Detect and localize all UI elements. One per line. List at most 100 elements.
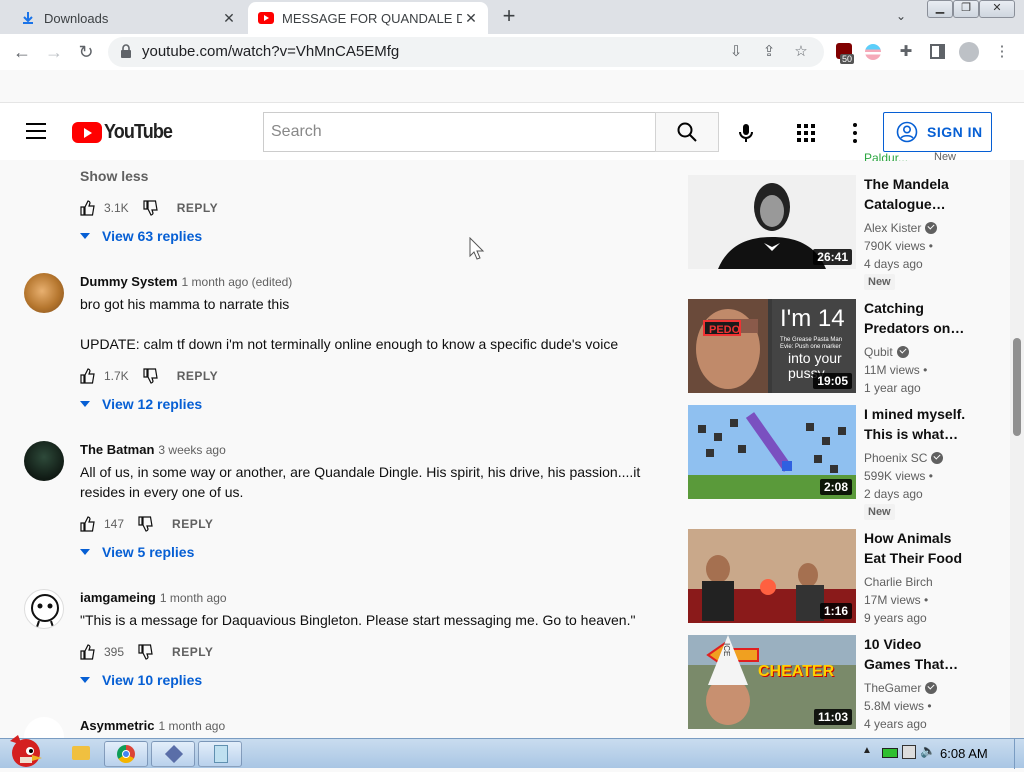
like-icon[interactable] bbox=[80, 516, 96, 532]
video-channel[interactable]: TheGamer bbox=[864, 679, 938, 697]
reply-button[interactable]: REPLY bbox=[172, 645, 213, 659]
view-replies-button[interactable]: View 63 replies bbox=[80, 226, 202, 246]
view-replies-button[interactable]: View 12 replies bbox=[80, 394, 202, 414]
video-channel[interactable]: Charlie Birch bbox=[864, 573, 933, 591]
video-title[interactable]: How Animals Eat Their Food bbox=[864, 528, 974, 568]
network-icon[interactable] bbox=[902, 745, 916, 759]
video-thumbnail[interactable]: PEDO I'm 14 The Grease Pasta Man Evie: P… bbox=[688, 299, 856, 393]
extensions-puzzle-icon[interactable]: ✚ bbox=[896, 42, 916, 62]
settings-kebab-icon[interactable] bbox=[852, 123, 858, 143]
video-thumbnail[interactable]: CHEATER ICE 11:03 bbox=[688, 635, 856, 729]
youtube-logo[interactable]: YouTube bbox=[72, 121, 180, 144]
reply-button[interactable]: REPLY bbox=[172, 517, 213, 531]
bookmark-star-icon[interactable]: ☆ bbox=[791, 42, 811, 62]
reply-button[interactable]: REPLY bbox=[177, 201, 218, 215]
start-button[interactable] bbox=[4, 731, 48, 767]
side-panel-icon[interactable] bbox=[930, 44, 945, 59]
view-replies-button[interactable]: View 5 replies bbox=[80, 542, 194, 562]
dislike-icon[interactable] bbox=[138, 516, 154, 532]
video-views: 5.8M views • bbox=[864, 699, 932, 713]
page-scrollbar-thumb[interactable] bbox=[1013, 338, 1021, 436]
video-title[interactable]: Catching Predators on… bbox=[864, 298, 974, 338]
show-desktop-button[interactable] bbox=[1014, 739, 1024, 769]
channel-name[interactable]: TheGamer bbox=[864, 681, 921, 695]
comment-author[interactable]: Dummy System 1 month ago (edited) bbox=[80, 274, 292, 289]
avatar[interactable] bbox=[24, 273, 64, 313]
author-name[interactable]: Dummy System bbox=[80, 274, 178, 289]
video-channel[interactable]: Phoenix SC bbox=[864, 449, 944, 467]
taskbar-virtualbox[interactable] bbox=[151, 741, 195, 767]
video-title[interactable]: 10 Video Games That… bbox=[864, 634, 974, 674]
avatar[interactable] bbox=[24, 441, 64, 481]
tab-search-chevron-icon[interactable]: ⌄ bbox=[896, 9, 906, 23]
battery-icon[interactable] bbox=[882, 748, 898, 758]
taskbar-clock[interactable]: 6:08 AM bbox=[940, 746, 988, 761]
minimize-button[interactable]: ▁ bbox=[927, 0, 953, 18]
taskbar-chrome[interactable] bbox=[104, 741, 148, 767]
sign-in-button[interactable]: SIGN IN bbox=[883, 112, 992, 152]
forward-button[interactable]: → bbox=[42, 40, 66, 64]
show-hidden-icons-icon[interactable]: ▲ bbox=[862, 745, 872, 756]
comment-time[interactable]: 3 weeks ago bbox=[158, 443, 225, 457]
like-icon[interactable] bbox=[80, 644, 96, 660]
comment-time[interactable]: 1 month ago (edited) bbox=[182, 275, 293, 289]
channel-name[interactable]: Qubit bbox=[864, 345, 893, 359]
taskbar-explorer[interactable] bbox=[58, 741, 102, 767]
view-replies-label: View 5 replies bbox=[102, 544, 195, 560]
notepad-icon bbox=[214, 745, 228, 763]
tab-youtube[interactable]: MESSAGE FOR QUANDALE DI ✕ bbox=[248, 2, 488, 34]
install-app-icon[interactable]: ⇩ bbox=[726, 42, 746, 62]
like-icon[interactable] bbox=[80, 200, 96, 216]
channel-name[interactable]: Alex Kister bbox=[864, 221, 921, 235]
dislike-icon[interactable] bbox=[143, 368, 159, 384]
comment-author[interactable]: Asymmetric 1 month ago bbox=[80, 718, 225, 733]
channel-name[interactable]: Charlie Birch bbox=[864, 575, 933, 589]
video-channel[interactable]: Alex Kister bbox=[864, 219, 938, 237]
video-title[interactable]: I mined myself. This is what… bbox=[864, 404, 974, 444]
tab-downloads[interactable]: Downloads ✕ bbox=[8, 2, 246, 34]
video-title[interactable]: The Mandela Catalogue… bbox=[864, 174, 974, 214]
view-replies-button[interactable]: View 10 replies bbox=[80, 670, 202, 690]
like-icon[interactable] bbox=[80, 368, 96, 384]
author-name[interactable]: The Batman bbox=[80, 442, 154, 457]
search-button[interactable] bbox=[655, 112, 719, 152]
apps-grid-icon[interactable] bbox=[797, 124, 815, 142]
author-name[interactable]: Asymmetric bbox=[80, 718, 154, 733]
avatar[interactable] bbox=[24, 589, 64, 629]
search-box[interactable] bbox=[263, 112, 656, 152]
comment-author[interactable]: iamgameing 1 month ago bbox=[80, 590, 227, 605]
dislike-icon[interactable] bbox=[143, 200, 159, 216]
video-channel[interactable]: Qubit bbox=[864, 343, 909, 361]
microphone-icon[interactable] bbox=[734, 121, 758, 145]
dislike-icon[interactable] bbox=[138, 644, 154, 660]
close-window-button[interactable]: ✕ bbox=[979, 0, 1015, 18]
partial-new-badge: New bbox=[934, 151, 957, 161]
chrome-menu-icon[interactable]: ⋮ bbox=[992, 42, 1012, 62]
face-icon bbox=[31, 594, 59, 628]
volume-icon[interactable]: 🔈 bbox=[920, 743, 936, 759]
new-tab-button[interactable]: + bbox=[498, 5, 520, 28]
menu-icon[interactable] bbox=[26, 123, 46, 139]
profile-avatar-icon[interactable] bbox=[959, 42, 979, 62]
close-icon[interactable]: ✕ bbox=[220, 9, 238, 27]
channel-name[interactable]: Phoenix SC bbox=[864, 451, 927, 465]
page-scrollbar-track[interactable] bbox=[1010, 160, 1024, 738]
show-less-link[interactable]: Show less bbox=[80, 168, 148, 184]
share-icon[interactable]: ⇪ bbox=[759, 42, 779, 62]
video-thumbnail[interactable]: 2:08 bbox=[688, 405, 856, 499]
restore-button[interactable]: ❐ bbox=[953, 0, 979, 18]
comment-time[interactable]: 1 month ago bbox=[160, 591, 227, 605]
comment-author[interactable]: The Batman 3 weeks ago bbox=[80, 442, 226, 457]
address-bar[interactable]: youtube.com/watch?v=VhMnCA5EMfg ⇩ ⇪ ☆ bbox=[108, 37, 824, 67]
author-name[interactable]: iamgameing bbox=[80, 590, 156, 605]
reload-button[interactable]: ↻ bbox=[74, 40, 98, 64]
taskbar-notepad[interactable] bbox=[198, 741, 242, 767]
reply-button[interactable]: REPLY bbox=[177, 369, 218, 383]
video-thumbnail[interactable]: 26:41 bbox=[688, 175, 856, 269]
comment-time[interactable]: 1 month ago bbox=[158, 719, 225, 733]
flag-extension-icon[interactable] bbox=[865, 44, 881, 60]
video-thumbnail[interactable]: 1:16 bbox=[688, 529, 856, 623]
search-input[interactable] bbox=[264, 113, 655, 151]
back-button[interactable]: ← bbox=[10, 40, 34, 64]
close-icon[interactable]: ✕ bbox=[462, 9, 480, 27]
